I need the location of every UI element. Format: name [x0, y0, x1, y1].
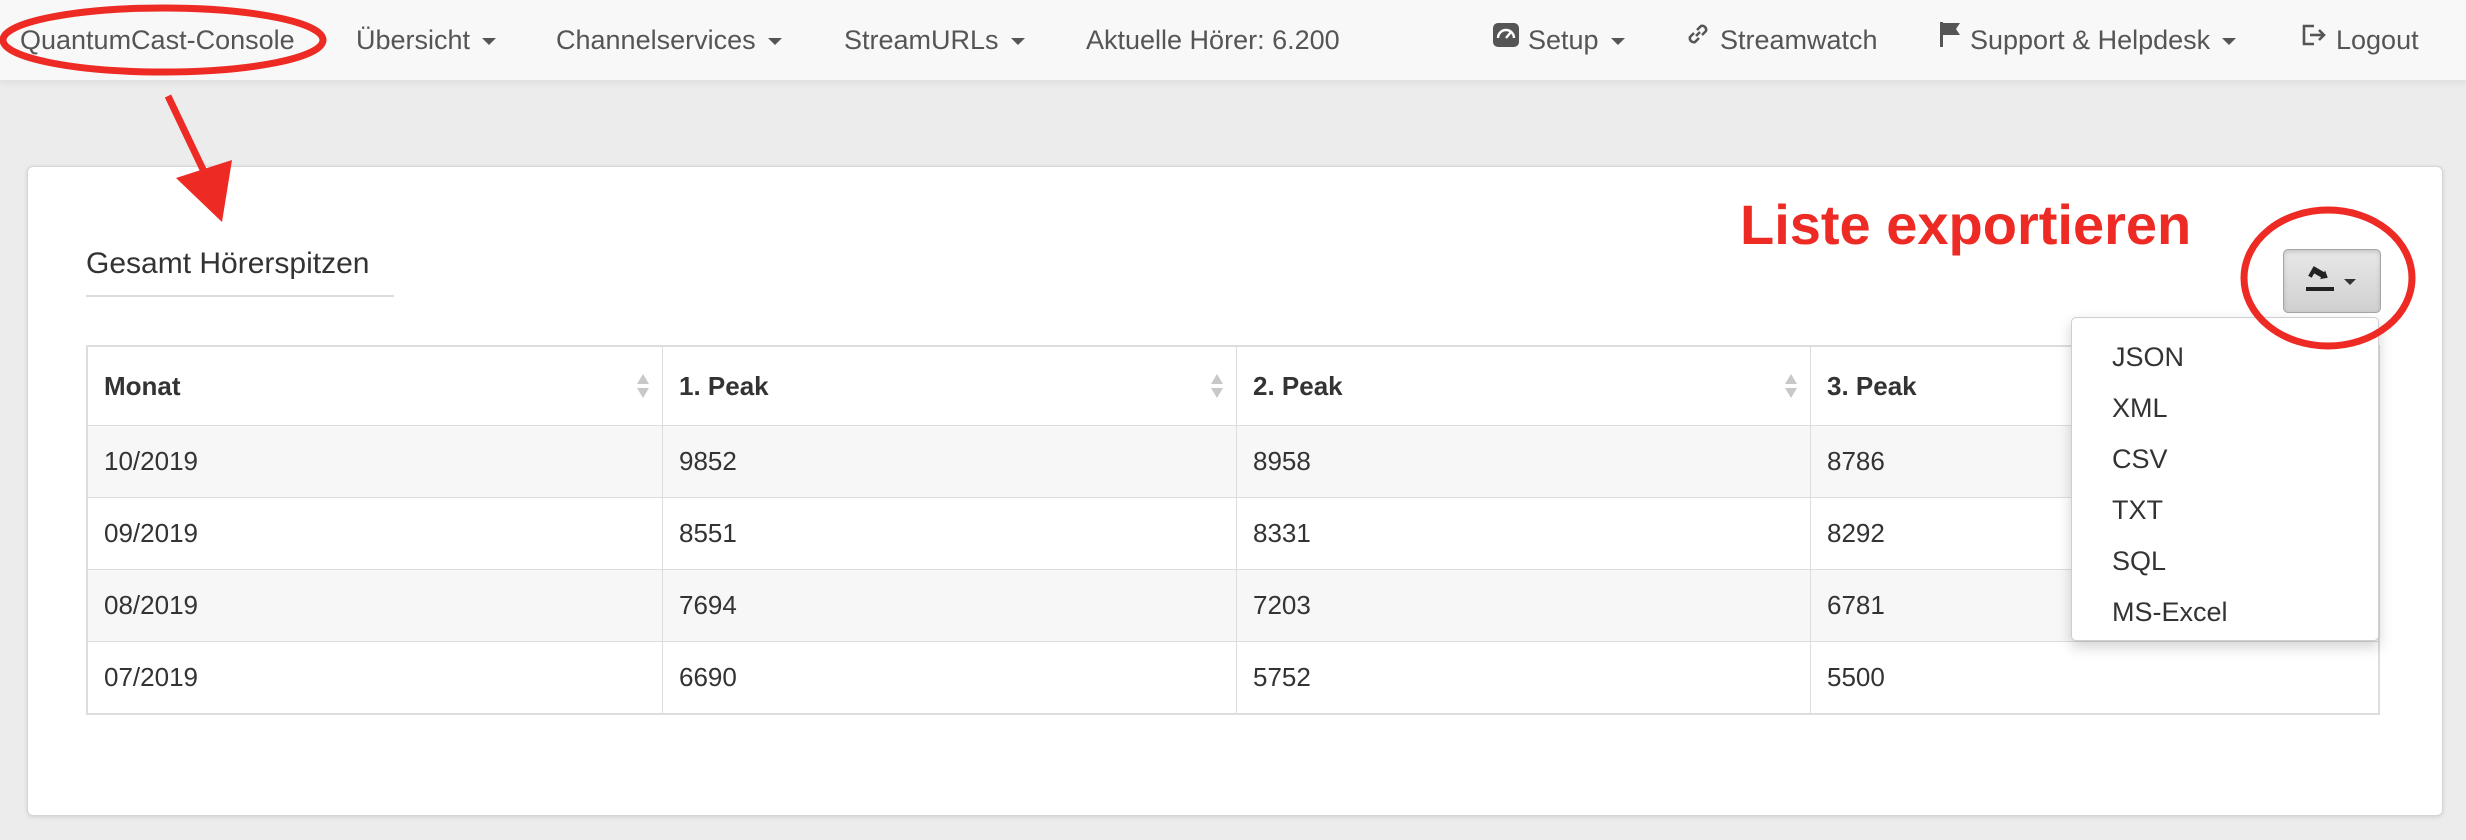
- export-option-xml[interactable]: XML: [2072, 383, 2378, 434]
- cell-month: 10/2019: [86, 425, 663, 498]
- cell-peak1: 8551: [662, 497, 1237, 570]
- table-header-row: Monat 1. Peak 2. Peak 3. Peak: [86, 345, 2380, 426]
- cell-month: 09/2019: [86, 497, 663, 570]
- export-option-txt[interactable]: TXT: [2072, 485, 2378, 536]
- chevron-down-icon: [1610, 38, 1625, 46]
- column-header-peak2[interactable]: 2. Peak: [1236, 345, 1811, 426]
- export-option-excel[interactable]: MS-Excel: [2072, 587, 2378, 638]
- flag-icon: [1938, 0, 1962, 79]
- table-row: 08/2019 7694 7203 6781: [86, 569, 2380, 642]
- nav-support[interactable]: Support & Helpdesk: [1938, 0, 2237, 80]
- nav-setup[interactable]: Setup: [1492, 0, 1625, 80]
- table-row: 07/2019 6690 5752 5500: [86, 641, 2380, 715]
- column-header-monat[interactable]: Monat: [86, 345, 663, 426]
- sort-icon: [637, 374, 649, 398]
- nav-streamwatch-label: Streamwatch: [1720, 25, 1878, 55]
- current-listeners: Aktuelle Hörer: 6.200: [1086, 25, 1340, 55]
- cell-peak2: 8958: [1236, 425, 1811, 498]
- export-dropdown-button[interactable]: [2283, 249, 2381, 313]
- cell-peak3: 5500: [1810, 641, 2380, 715]
- export-option-csv[interactable]: CSV: [2072, 434, 2378, 485]
- nav-streamurls[interactable]: StreamURLs: [844, 0, 1025, 80]
- chevron-down-icon: [767, 38, 782, 46]
- cell-peak2: 5752: [1236, 641, 1811, 715]
- cell-peak2: 7203: [1236, 569, 1811, 642]
- column-label: 1. Peak: [679, 370, 769, 401]
- logout-icon: [2300, 0, 2328, 79]
- nav-streamwatch[interactable]: Streamwatch: [1684, 0, 1878, 80]
- export-option-json[interactable]: JSON: [2072, 332, 2378, 383]
- nav-support-label: Support & Helpdesk: [1970, 25, 2211, 55]
- column-header-peak1[interactable]: 1. Peak: [662, 345, 1237, 426]
- column-label: 3. Peak: [1827, 370, 1917, 401]
- nav-channelservices[interactable]: Channelservices: [556, 0, 782, 80]
- table-row: 10/2019 9852 8958 8786: [86, 425, 2380, 498]
- nav-setup-label: Setup: [1528, 25, 1599, 55]
- cell-month: 07/2019: [86, 641, 663, 715]
- cell-peak1: 7694: [662, 569, 1237, 642]
- cell-peak2: 8331: [1236, 497, 1811, 570]
- nav-streamurls-label: StreamURLs: [844, 25, 999, 55]
- annotation-label: Liste exportieren: [1740, 193, 2192, 256]
- chevron-down-icon: [1010, 38, 1025, 46]
- cell-peak1: 9852: [662, 425, 1237, 498]
- export-dropdown-menu: JSON XML CSV TXT SQL MS-Excel: [2071, 317, 2379, 641]
- top-navbar: QuantumCast-Console Übersicht Channelser…: [0, 0, 2466, 81]
- chevron-down-icon: [2222, 38, 2237, 46]
- link-icon: [1684, 0, 1712, 79]
- brand-link[interactable]: QuantumCast-Console: [20, 0, 295, 80]
- nav-channelservices-label: Channelservices: [556, 25, 756, 55]
- chevron-down-icon: [2344, 279, 2356, 285]
- column-label: 2. Peak: [1253, 370, 1343, 401]
- cell-peak1: 6690: [662, 641, 1237, 715]
- column-label: Monat: [104, 370, 181, 401]
- gauge-icon: [1492, 0, 1520, 79]
- export-option-sql[interactable]: SQL: [2072, 536, 2378, 587]
- nav-logout[interactable]: Logout: [2300, 0, 2419, 80]
- nav-uebersicht[interactable]: Übersicht: [356, 0, 497, 80]
- table-row: 09/2019 8551 8331 8292: [86, 497, 2380, 570]
- sort-icon: [1211, 374, 1223, 398]
- chevron-down-icon: [482, 38, 497, 46]
- sort-icon: [1785, 374, 1797, 398]
- export-icon: [2306, 266, 2334, 291]
- nav-logout-label: Logout: [2336, 25, 2419, 55]
- nav-uebersicht-label: Übersicht: [356, 25, 471, 55]
- panel-title: Gesamt Hörerspitzen: [86, 247, 394, 297]
- peaks-table: Monat 1. Peak 2. Peak 3. Peak 10/2019 98…: [86, 345, 2380, 715]
- cell-month: 08/2019: [86, 569, 663, 642]
